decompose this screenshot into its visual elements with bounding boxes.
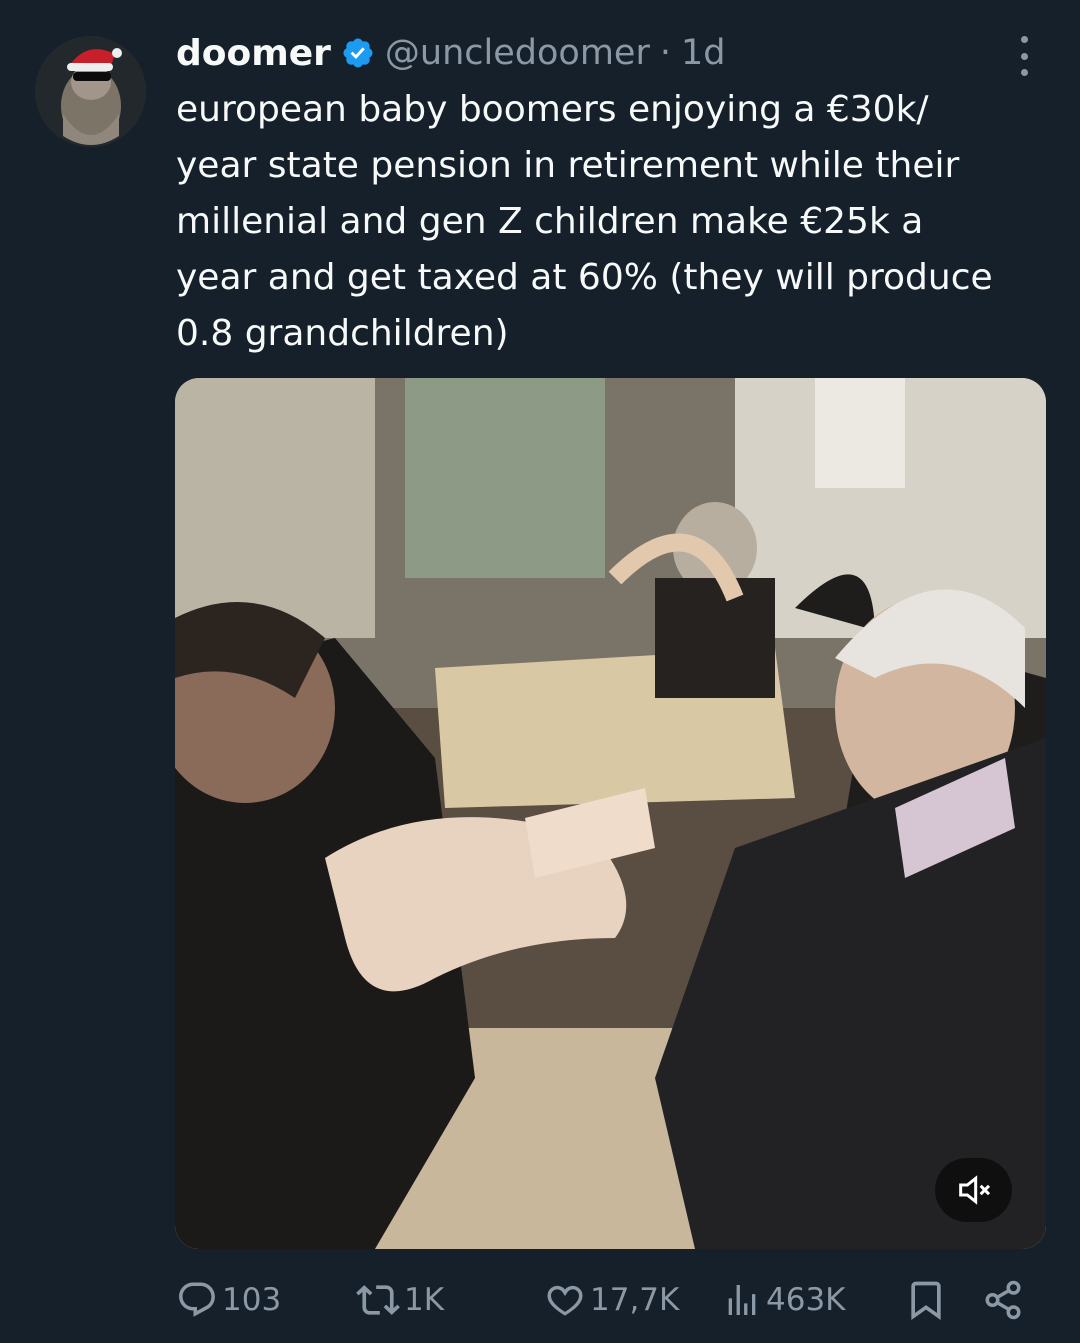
video-frame — [175, 378, 1046, 1249]
tweet-video[interactable] — [175, 378, 1046, 1249]
reply-count: 103 — [222, 1282, 282, 1318]
tweet-text-line: millenial and gen Z children make €25k a — [176, 201, 924, 242]
author-handle[interactable]: @uncledoomer — [385, 33, 650, 73]
tweet[interactable]: doomer @uncledoomer · 1d european baby b… — [0, 0, 1080, 1343]
more-icon[interactable] — [1006, 36, 1042, 76]
bookmark-icon — [911, 1281, 941, 1321]
bookmark-button[interactable] — [904, 1272, 948, 1328]
tweet-text-line: 0.8 grandchildren) — [176, 313, 509, 354]
tweet-text-line: year state pension in retirement while t… — [176, 145, 960, 186]
tweet-header: doomer @uncledoomer · 1d — [176, 28, 726, 78]
repost-count: 1K — [404, 1282, 445, 1318]
verified-badge-icon — [341, 36, 375, 70]
reply-icon — [179, 1282, 215, 1317]
action-bar: 103 1K 17,7K 463K — [176, 1272, 1046, 1328]
share-button[interactable] — [982, 1272, 1024, 1328]
share-icon — [985, 1280, 1021, 1320]
avatar[interactable] — [35, 36, 146, 147]
author-name[interactable]: doomer — [176, 33, 331, 74]
separator-dot: · — [659, 33, 671, 73]
views-icon — [728, 1285, 756, 1315]
like-icon — [547, 1285, 583, 1316]
repost-icon — [356, 1285, 400, 1315]
views-count: 463K — [766, 1282, 846, 1318]
like-count: 17,7K — [590, 1282, 680, 1318]
tweet-text-line: european baby boomers enjoying a €30k/ — [176, 89, 929, 130]
repost-button[interactable]: 1K — [356, 1272, 444, 1328]
tweet-text: european baby boomers enjoying a €30k/ y… — [176, 82, 1046, 362]
views-button[interactable]: 463K — [722, 1272, 846, 1328]
reply-button[interactable]: 103 — [176, 1272, 281, 1328]
timestamp[interactable]: 1d — [681, 33, 726, 73]
like-button[interactable]: 17,7K — [544, 1272, 679, 1328]
volume-muted-icon[interactable] — [935, 1158, 1012, 1222]
tweet-text-line: year and get taxed at 60% (they will pro… — [176, 257, 993, 298]
